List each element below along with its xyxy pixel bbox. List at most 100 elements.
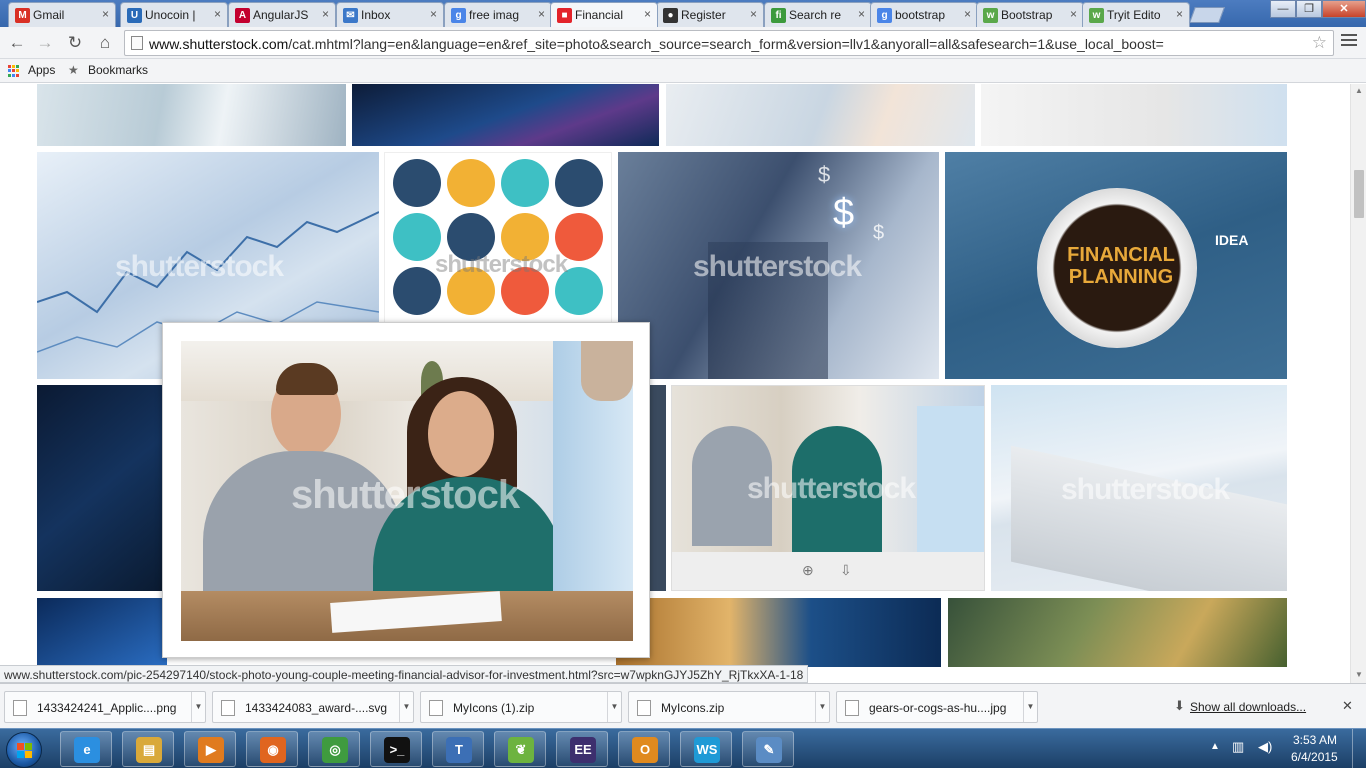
tab-3[interactable]: ✉ Inbox × (336, 2, 444, 27)
download-item[interactable]: MyIcons (1).zip ▼ (420, 691, 622, 723)
show-all-downloads-link[interactable]: Show all downloads... (1190, 700, 1306, 714)
tab-5[interactable]: ■ Financial × (550, 2, 658, 27)
scrollbar-thumb[interactable] (1354, 170, 1364, 218)
google-icon: g (451, 8, 466, 23)
photo-hands-chart[interactable] (666, 84, 975, 146)
preview-image-couple-advisor: shutterstock (181, 341, 633, 641)
photo-partial[interactable] (650, 385, 666, 591)
scroll-down-icon[interactable]: ▼ (1355, 670, 1363, 679)
close-tab-icon[interactable]: × (1070, 7, 1077, 21)
apps-shortcut[interactable]: Apps (28, 63, 55, 77)
close-tab-icon[interactable]: × (322, 7, 329, 21)
network-icon[interactable]: ▥ (1232, 739, 1244, 755)
home-button[interactable]: ⌂ (94, 32, 116, 54)
close-tab-icon[interactable]: × (1176, 7, 1183, 21)
page-scrollbar[interactable]: ▲ ▼ (1350, 84, 1366, 683)
clock-time[interactable]: 3:53 AM (1293, 733, 1337, 747)
tab-label: Register (681, 8, 726, 22)
photo-blue-grid[interactable] (37, 598, 167, 667)
tab-label: Search re (789, 8, 842, 22)
taskbar-button[interactable]: EE (556, 731, 608, 767)
taskbar-button[interactable]: O (618, 731, 670, 767)
clock-date[interactable]: 6/4/2015 (1291, 750, 1338, 764)
taskbar-button[interactable]: ▤ (122, 731, 174, 767)
photo-blue-graph[interactable] (37, 385, 167, 591)
close-tab-icon[interactable]: × (750, 7, 757, 21)
photo-financial-planning-coffee[interactable]: FINANCIAL PLANNING IDEA (945, 152, 1287, 379)
close-tab-icon[interactable]: × (102, 7, 109, 21)
watermark: shutterstock (435, 251, 568, 278)
tab-4[interactable]: g free imag × (444, 2, 552, 27)
start-button[interactable] (6, 732, 42, 768)
dollar-icon: $ (873, 222, 885, 244)
close-window-button[interactable]: ✕ (1322, 0, 1366, 18)
tryit-icon: w (983, 8, 998, 23)
taskbar-button[interactable]: >_ (370, 731, 422, 767)
tab-8[interactable]: g bootstrap × (870, 2, 978, 27)
restore-button[interactable]: ❐ (1296, 0, 1322, 18)
close-tab-icon[interactable]: × (214, 7, 221, 21)
download-menu-caret-icon[interactable]: ▼ (815, 692, 829, 722)
minimize-button[interactable]: — (1270, 0, 1296, 18)
tab-7[interactable]: fi Search re × (764, 2, 872, 27)
lightbox-icon[interactable]: ⊕ (802, 562, 814, 579)
show-desktop-button[interactable] (1352, 729, 1366, 769)
apps-icon[interactable] (8, 65, 20, 77)
download-item[interactable]: gears-or-cogs-as-hu....jpg ▼ (836, 691, 1038, 723)
scroll-up-icon[interactable]: ▲ (1355, 86, 1363, 95)
download-icon[interactable]: ⇩ (840, 562, 852, 579)
photo-couple-advisor-thumb[interactable]: shutterstock ⊕ ⇩ (671, 385, 985, 591)
photo-dollar-touch[interactable]: $ $ $ shutterstock (618, 152, 939, 379)
taskbar-button[interactable]: ◎ (308, 731, 360, 767)
download-item[interactable]: 1433424083_award-....svg ▼ (212, 691, 414, 723)
back-button[interactable]: ← (6, 32, 28, 54)
bookmarks-star-icon: ★ (68, 63, 79, 77)
tab-label: Financial (575, 8, 624, 22)
new-tab-button[interactable] (1189, 7, 1225, 23)
download-menu-caret-icon[interactable]: ▼ (191, 692, 205, 722)
photo-coins-card[interactable] (616, 598, 941, 667)
close-tab-icon[interactable]: × (964, 7, 971, 21)
download-menu-caret-icon[interactable]: ▼ (399, 692, 413, 722)
photo-handshake[interactable] (37, 84, 346, 146)
bookmarks-folder[interactable]: Bookmarks (88, 63, 148, 77)
download-menu-caret-icon[interactable]: ▼ (607, 692, 621, 722)
volume-icon[interactable]: ◀) (1258, 739, 1272, 755)
close-tab-icon[interactable]: × (538, 7, 545, 21)
photo-office-meeting[interactable]: shutterstock (991, 385, 1287, 591)
tab-9[interactable]: w Bootstrap × (976, 2, 1084, 27)
download-menu-caret-icon[interactable]: ▼ (1023, 692, 1037, 722)
photo-bar-graph[interactable] (352, 84, 659, 146)
chrome-menu-icon[interactable] (1341, 34, 1357, 50)
taskbar-button[interactable]: ✎ (742, 731, 794, 767)
address-bar[interactable]: www.shutterstock.com/cat.mhtml?lang=en&l… (124, 30, 1334, 56)
shutterstock-icon: ■ (557, 8, 572, 23)
taskbar-button[interactable]: WS (680, 731, 732, 767)
tab-label: free imag (469, 8, 520, 22)
tab-6[interactable]: ● Register × (656, 2, 764, 27)
finance-circle-icon (555, 159, 603, 207)
download-filename: MyIcons (1).zip (453, 701, 535, 715)
tab-10[interactable]: w Tryit Edito × (1082, 2, 1190, 27)
tab-1[interactable]: U Unocoin | × (120, 2, 228, 27)
download-item[interactable]: 1433424241_Applic....png ▼ (4, 691, 206, 723)
taskbar-button[interactable]: e (60, 731, 112, 767)
tray-expand-icon[interactable]: ▲ (1210, 741, 1220, 752)
forward-button[interactable]: → (34, 32, 56, 54)
photo-glasses-pen[interactable] (981, 84, 1287, 146)
download-item[interactable]: MyIcons.zip ▼ (628, 691, 830, 723)
image-preview-popup[interactable]: shutterstock (162, 322, 650, 658)
close-shelf-icon[interactable]: ✕ (1342, 698, 1353, 714)
close-tab-icon[interactable]: × (430, 7, 437, 21)
reload-button[interactable]: ↻ (64, 32, 86, 54)
tab-2[interactable]: A AngularJS × (228, 2, 336, 27)
close-tab-icon[interactable]: × (858, 7, 865, 21)
photo-dollar-bills[interactable] (948, 598, 1287, 667)
bookmark-star-icon[interactable]: ☆ (1312, 33, 1327, 53)
taskbar-button[interactable]: ◉ (246, 731, 298, 767)
taskbar-button[interactable]: T (432, 731, 484, 767)
close-tab-icon[interactable]: × (644, 7, 651, 21)
tab-0[interactable]: M Gmail × (8, 2, 116, 27)
taskbar-button[interactable]: ▶ (184, 731, 236, 767)
taskbar-button[interactable]: ❦ (494, 731, 546, 767)
